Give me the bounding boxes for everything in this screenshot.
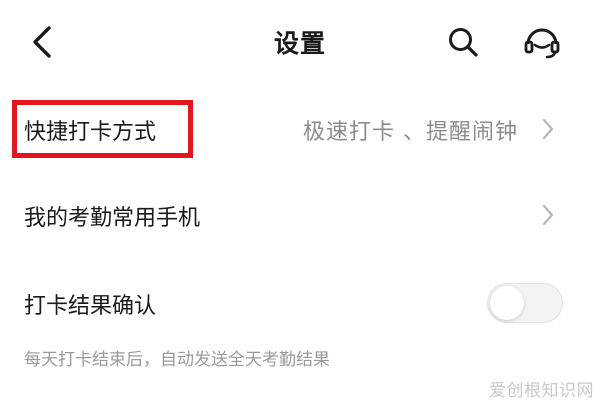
result-confirm-description: 每天打卡结束后，自动发送全天考勤结果 [24, 350, 330, 370]
customer-service-button[interactable] [518, 20, 566, 64]
quick-checkin-label: 快捷打卡方式 [24, 120, 157, 145]
search-button[interactable] [441, 22, 485, 62]
result-confirm-toggle[interactable] [487, 283, 563, 323]
chevron-right-icon [538, 114, 558, 144]
header-bar: 设置 [0, 0, 600, 80]
setting-row-common-phone[interactable]: 我的考勤常用手机 [0, 190, 600, 240]
chevron-right-icon [538, 200, 558, 230]
common-phone-label: 我的考勤常用手机 [24, 206, 201, 231]
result-confirm-label: 打卡结果确认 [24, 294, 157, 319]
watermark-text: 爱创根知识网 [489, 381, 594, 401]
quick-checkin-value: 极速打卡 、提醒闹钟 [303, 120, 518, 145]
headset-icon [524, 28, 560, 59]
toggle-knob [490, 286, 524, 320]
setting-row-quick-checkin[interactable]: 快捷打卡方式 极速打卡 、提醒闹钟 [0, 100, 600, 158]
settings-screen: 设置 快捷打卡方式 极速打卡 、提醒闹钟 我的考勤常用手机 打卡结果确认 每天打… [0, 0, 600, 405]
page-title: 设置 [273, 29, 326, 58]
search-icon [449, 28, 478, 57]
